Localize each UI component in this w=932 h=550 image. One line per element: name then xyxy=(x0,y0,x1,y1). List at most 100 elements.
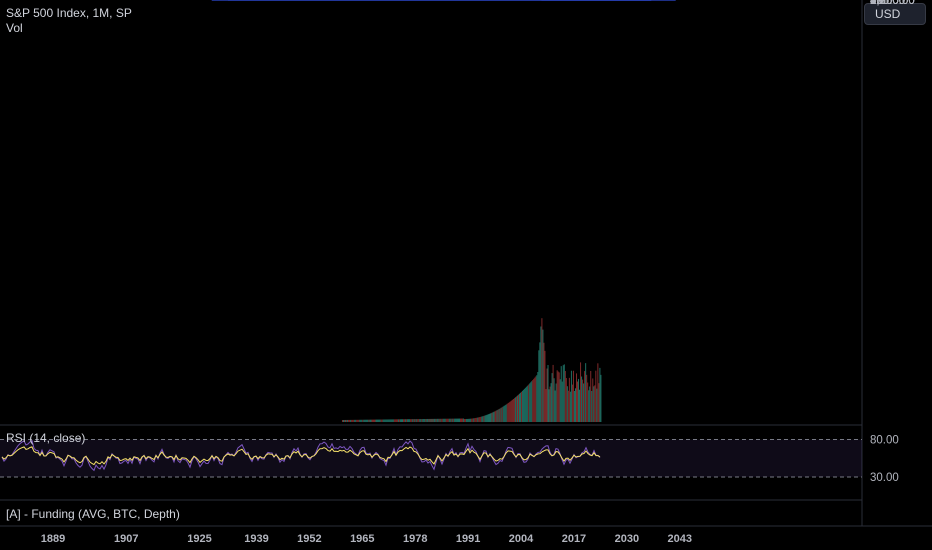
volume-bar xyxy=(475,417,477,422)
volume-bar xyxy=(368,419,370,422)
volume-bar xyxy=(479,417,481,422)
volume-bar xyxy=(539,342,541,422)
rsi-indicator: 80.00 30.00 xyxy=(0,435,899,484)
volume-bar xyxy=(485,415,487,422)
volume-bar xyxy=(517,394,519,422)
volume-bar xyxy=(563,364,565,422)
volume-bar xyxy=(436,418,438,422)
volume-bar xyxy=(454,418,456,422)
volume-bar xyxy=(466,418,468,422)
volume-bar xyxy=(502,406,504,422)
volume-bar xyxy=(428,418,430,422)
volume-bar xyxy=(533,378,535,422)
volume-bar xyxy=(500,407,502,422)
volume-bar xyxy=(526,386,528,422)
time-axis[interactable]: 1889 1907 1925 1939 1952 1965 1978 1991 2004 2017… xyxy=(41,533,692,545)
volume-bar xyxy=(600,374,602,422)
volume-bar xyxy=(506,403,508,422)
volume-bar xyxy=(474,418,476,422)
volume-bar xyxy=(514,397,516,422)
volume-bar xyxy=(480,416,482,422)
volume-bar xyxy=(486,414,488,422)
volume-bar xyxy=(489,413,491,422)
volume-bar xyxy=(470,418,472,422)
volume-bar xyxy=(594,385,596,422)
volume-bar xyxy=(513,398,515,422)
volume-bar xyxy=(543,342,545,422)
volume-bar xyxy=(587,382,589,422)
volume-bar xyxy=(531,381,533,422)
volume-bar xyxy=(544,350,546,422)
volume-bar xyxy=(353,419,355,422)
volume-bar xyxy=(390,419,392,422)
volume-bar xyxy=(593,386,595,422)
time-tick-label: 2043 xyxy=(668,533,692,545)
volume-bar xyxy=(599,367,601,422)
volume-bar xyxy=(432,418,434,422)
volume-bar xyxy=(398,419,400,422)
volume-bar xyxy=(366,419,368,422)
volume-bar xyxy=(559,379,561,422)
volume-bar xyxy=(564,371,566,422)
volume-bar xyxy=(419,419,421,422)
volume-bar xyxy=(530,382,532,422)
volume-bar xyxy=(571,384,573,422)
rsi-legend-label: RSI (14, close) xyxy=(6,431,86,445)
volume-bar xyxy=(396,419,398,422)
volume-bar xyxy=(414,419,416,422)
volume-bar xyxy=(562,365,564,422)
volume-bar xyxy=(413,419,415,422)
volume-bar xyxy=(440,418,442,422)
volume-bar xyxy=(585,363,587,422)
time-tick-label: 1889 xyxy=(41,533,65,545)
volume-bar xyxy=(402,419,404,422)
volume-bar xyxy=(346,419,348,422)
volume-bar xyxy=(420,419,422,422)
volume-bar xyxy=(503,405,505,422)
volume-bar xyxy=(448,418,450,422)
volume-bar xyxy=(451,418,453,422)
volume-bar xyxy=(497,409,499,422)
volume-bar xyxy=(549,386,551,422)
chart-canvas[interactable]: 8,000.004,500.002,500.001,300.00700.0040… xyxy=(0,0,932,550)
volume-bar xyxy=(520,392,522,422)
volume-bar xyxy=(407,419,409,422)
volume-bar xyxy=(487,414,489,422)
volume-bar xyxy=(399,419,401,422)
volume-bar xyxy=(525,387,527,422)
volume-bar xyxy=(493,411,495,422)
volume-bar xyxy=(395,419,397,422)
volume-bar xyxy=(430,418,432,422)
volume-bar xyxy=(422,419,424,422)
volume-bar xyxy=(385,419,387,422)
volume-bar xyxy=(498,408,500,422)
volume-bar xyxy=(452,418,454,422)
volume-bar xyxy=(553,378,555,422)
volume-bar xyxy=(464,419,466,422)
volume-bar xyxy=(438,418,440,422)
volume-bar xyxy=(383,419,385,422)
volume-bar xyxy=(347,419,349,422)
volume-bar xyxy=(469,418,471,422)
volume-bar xyxy=(376,419,378,422)
volume-bar xyxy=(590,370,592,422)
volume-bar xyxy=(373,419,375,422)
volume-bar xyxy=(355,419,357,422)
volume-bar xyxy=(557,371,559,422)
volume-bar xyxy=(421,419,423,422)
volume-bar xyxy=(361,419,363,422)
volume-bar xyxy=(556,370,558,422)
volume-bar xyxy=(598,383,600,422)
volume-bar xyxy=(409,419,411,422)
time-tick-label: 2004 xyxy=(509,533,534,545)
volume-bar xyxy=(352,419,354,422)
volume-bar xyxy=(471,418,473,422)
volume-bar xyxy=(523,389,525,422)
volume-bar xyxy=(473,418,475,422)
volume-bar xyxy=(393,419,395,422)
volume-bar xyxy=(348,419,350,422)
price-axis[interactable]: 8,000.004,500.002,500.001,300.00700.0040… xyxy=(870,0,915,7)
volume-bar xyxy=(367,419,369,422)
volume-bar xyxy=(535,376,537,422)
volume-bar xyxy=(561,381,563,422)
